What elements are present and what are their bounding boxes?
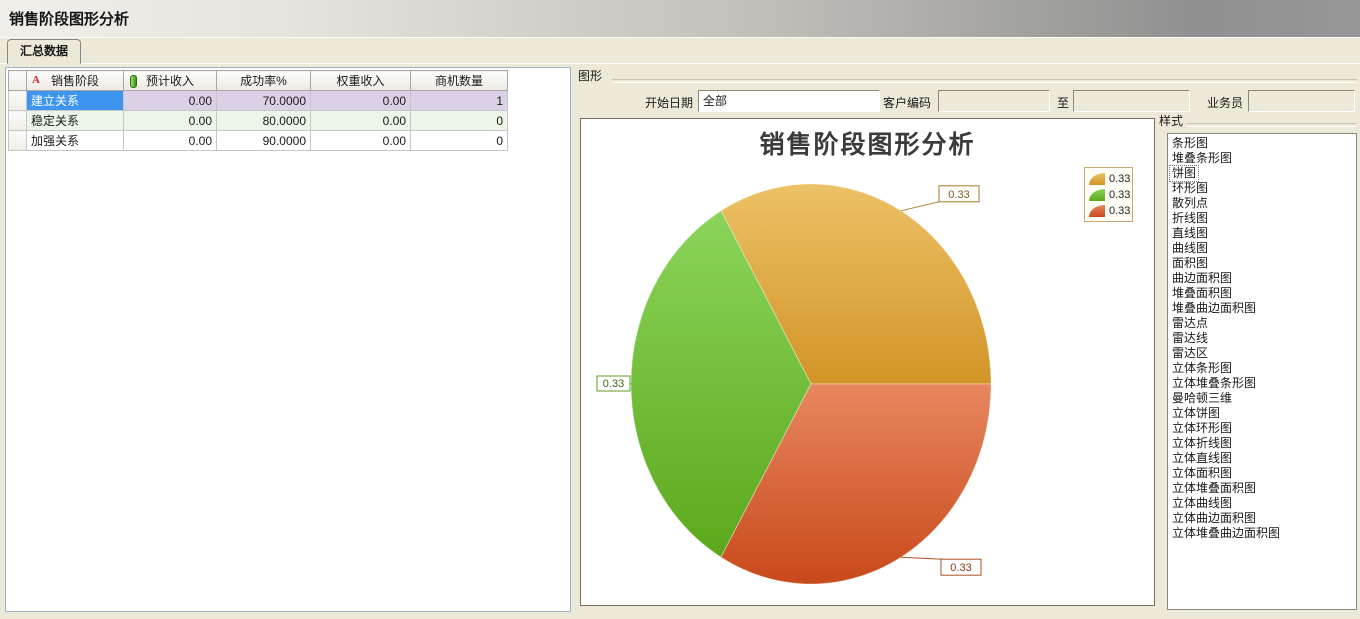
style-list-item[interactable]: 折线图 [1170,211,1210,226]
style-list-item[interactable]: 直线图 [1170,226,1210,241]
style-list-item[interactable]: 立体面积图 [1170,466,1234,481]
style-list-item[interactable]: 堆叠曲边面积图 [1170,301,1258,316]
table-cell[interactable]: 1 [411,91,508,111]
tab-strip: 汇总数据 [0,39,1360,64]
style-list-item[interactable]: 立体堆叠条形图 [1170,376,1258,391]
pie-callout-label: 0.33 [603,378,624,390]
chart-area: 销售阶段图形分析 0.330.330.33 0.330.330.33 [580,118,1155,606]
style-list-item[interactable]: 曲线图 [1170,241,1210,256]
style-list-item[interactable]: 条形图 [1170,136,1210,151]
style-group-label: 样式 [1159,112,1183,129]
salesman-label: 业务员 [1207,94,1247,111]
customer-code-label: 客户编码 [883,94,935,111]
style-list-item[interactable]: 立体饼图 [1170,406,1222,421]
style-list-item[interactable]: 散列点 [1170,196,1210,211]
table-row[interactable]: 稳定关系0.0080.00000.000 [9,111,508,131]
table-row[interactable]: 加强关系0.0090.00000.000 [9,131,508,151]
pie-svg: 0.33 0.33 0.33 [581,119,1154,605]
style-list-item[interactable]: 饼图 [1170,166,1198,181]
style-list-item[interactable]: 堆叠条形图 [1170,151,1234,166]
table-cell[interactable]: 0.00 [311,131,411,151]
chart-legend: 0.33 0.33 0.33 [1084,167,1133,222]
table-cell[interactable]: 70.0000 [217,91,311,111]
pie-callout-label: 0.33 [948,189,969,201]
table-cell[interactable]: 0.00 [124,131,217,151]
column-header-success-rate[interactable]: 成功率% [217,71,311,91]
sales-stage-table: A 销售阶段 预计收入 成功率% 权重收入 商机数量 建立关系0.0070.00… [8,70,508,151]
table-cell[interactable]: 0.00 [311,91,411,111]
page-title: 销售阶段图形分析 [9,8,129,29]
style-list-item[interactable]: 曼哈顿三维 [1170,391,1234,406]
table-cell[interactable]: 80.0000 [217,111,311,131]
legend-value: 0.33 [1109,173,1130,185]
column-header-expected-revenue[interactable]: 预计收入 [124,71,217,91]
legend-swatch-icon [1089,189,1105,201]
style-list-item[interactable]: 雷达线 [1170,331,1210,346]
graphics-group-label: 图形 [578,67,602,84]
start-date-input[interactable]: 全部 [698,90,880,112]
text-field-icon: A [32,74,40,87]
table-cell[interactable]: 0 [411,111,508,131]
style-list[interactable]: 条形图堆叠条形图饼图环形图散列点折线图直线图曲线图面积图曲边面积图堆叠面积图堆叠… [1167,133,1357,610]
style-list-item[interactable]: 立体折线图 [1170,436,1234,451]
legend-entry: 0.33 [1089,203,1130,219]
style-group-line [1187,123,1356,127]
style-list-item[interactable]: 环形图 [1170,181,1210,196]
row-indicator-cell[interactable] [9,131,27,151]
style-list-item[interactable]: 立体条形图 [1170,361,1234,376]
graphics-group-line [612,79,1357,83]
style-list-item[interactable]: 立体堆叠面积图 [1170,481,1258,496]
table-cell[interactable]: 加强关系 [27,131,124,151]
style-list-item[interactable]: 立体曲线图 [1170,496,1234,511]
legend-entry: 0.33 [1089,171,1130,187]
style-list-item[interactable]: 雷达区 [1170,346,1210,361]
callout-leader-line [901,557,943,559]
legend-value: 0.33 [1109,205,1130,217]
table-cell[interactable]: 建立关系 [27,91,124,111]
salesman-input[interactable] [1248,90,1355,112]
sales-stage-grid-panel: A 销售阶段 预计收入 成功率% 权重收入 商机数量 建立关系0.0070.00… [5,67,571,612]
column-header-weighted-revenue[interactable]: 权重收入 [311,71,411,91]
numeric-field-icon [130,75,137,88]
table-cell[interactable]: 稳定关系 [27,111,124,131]
row-indicator-cell[interactable] [9,91,27,111]
table-cell[interactable]: 90.0000 [217,131,311,151]
customer-code-input[interactable] [938,90,1050,112]
to-label: 至 [1057,94,1071,111]
style-list-item[interactable]: 立体环形图 [1170,421,1234,436]
row-indicator-header[interactable] [9,71,27,91]
legend-value: 0.33 [1109,189,1130,201]
style-list-item[interactable]: 面积图 [1170,256,1210,271]
window-title-bar: 销售阶段图形分析 [0,0,1360,38]
legend-swatch-icon [1089,173,1105,185]
callout-leader-line [901,202,939,211]
row-indicator-cell[interactable] [9,111,27,131]
table-cell[interactable]: 0.00 [124,91,217,111]
style-list-item[interactable]: 雷达点 [1170,316,1210,331]
style-list-item[interactable]: 立体堆叠曲边面积图 [1170,526,1282,541]
style-list-item[interactable]: 立体直线图 [1170,451,1234,466]
table-row[interactable]: 建立关系0.0070.00000.001 [9,91,508,111]
start-date-label: 开始日期 [643,94,693,111]
pie-callout-label: 0.33 [950,562,971,574]
column-header-stage[interactable]: A 销售阶段 [27,71,124,91]
tab-summary-data[interactable]: 汇总数据 [7,39,81,64]
legend-entry: 0.33 [1089,187,1130,203]
style-list-item[interactable]: 立体曲边面积图 [1170,511,1258,526]
table-cell[interactable]: 0.00 [311,111,411,131]
table-cell[interactable]: 0 [411,131,508,151]
legend-swatch-icon [1089,205,1105,217]
style-list-item[interactable]: 曲边面积图 [1170,271,1234,286]
column-header-opportunity-count[interactable]: 商机数量 [411,71,508,91]
customer-code-to-input[interactable] [1073,90,1190,112]
stage-table-body: 建立关系0.0070.00000.001稳定关系0.0080.00000.000… [9,91,508,151]
table-header-row: A 销售阶段 预计收入 成功率% 权重收入 商机数量 [9,71,508,91]
style-list-item[interactable]: 堆叠面积图 [1170,286,1234,301]
table-cell[interactable]: 0.00 [124,111,217,131]
